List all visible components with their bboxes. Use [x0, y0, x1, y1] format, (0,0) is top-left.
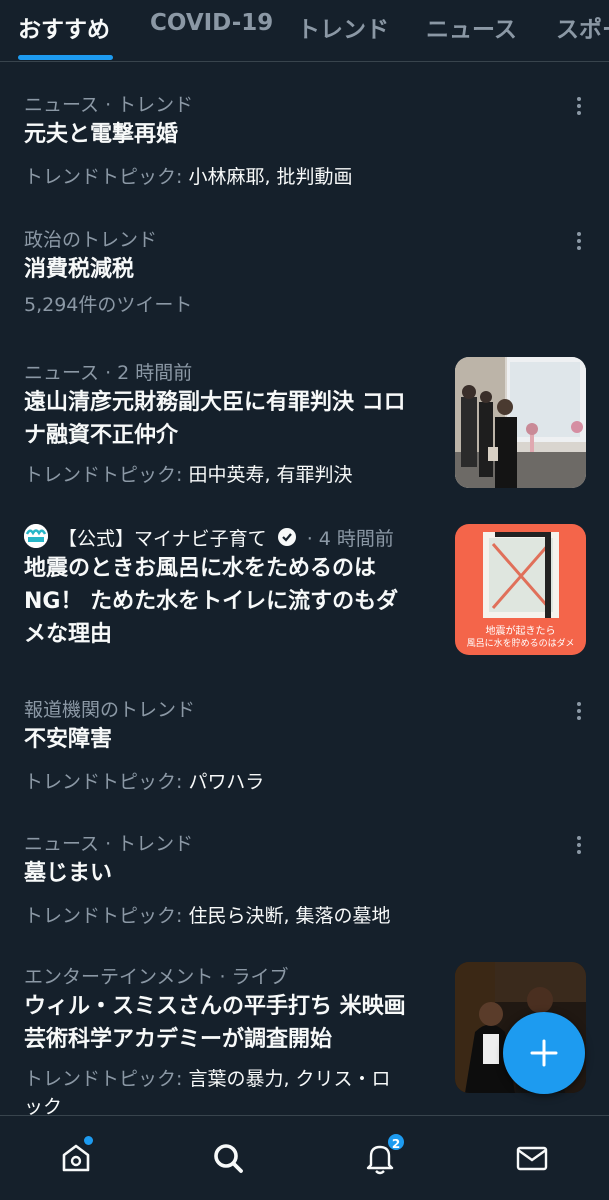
trend-context: 報道機関のトレンド	[24, 699, 196, 721]
verified-badge-icon	[277, 527, 297, 552]
trend-item[interactable]: ニュース · トレンド 元夫と電撃再婚 トレンドトピック: 小林麻耶, 批判動画	[0, 80, 609, 200]
more-options-icon[interactable]	[571, 229, 587, 253]
trend-item[interactable]: 報道機関のトレンド 不安障害 トレンドトピック: パワハラ	[0, 685, 609, 805]
search-icon	[214, 1144, 243, 1173]
trend-title: 不安障害	[24, 727, 113, 752]
article-title-line-3: メな理由	[24, 622, 113, 647]
news-thumbnail-image[interactable]	[455, 357, 586, 488]
mail-icon	[516, 1146, 548, 1171]
notifications-badge: 2	[386, 1132, 406, 1152]
trend-title: 消費税減税	[24, 257, 135, 282]
search-tab[interactable]	[208, 1138, 248, 1178]
new-content-dot	[84, 1136, 93, 1145]
more-options-icon[interactable]	[571, 833, 587, 857]
trend-topics: トレンドトピック: 住民ら決断, 集落の墓地	[24, 905, 391, 927]
thumbnail-caption-1: 地震が起きたら	[485, 626, 556, 637]
trend-context: ニュース · トレンド	[24, 94, 194, 116]
active-tab-indicator	[18, 55, 113, 60]
bottom-navigation: 2	[0, 1115, 609, 1200]
explore-tabs: おすすめ COVID-19 トレンド ニュース スポー	[0, 0, 609, 62]
news-item[interactable]: ニュース · 2 時間前 遠山清彦元財務副大臣に有罪判決 コロ ナ融資不正仲介 …	[0, 348, 609, 498]
home-tab[interactable]	[56, 1136, 96, 1178]
trend-topics: トレンドトピック: パワハラ	[24, 771, 265, 793]
notifications-tab[interactable]: 2	[360, 1132, 406, 1178]
article-title-line-2: NG！ ためた水をトイレに流すのもダ	[24, 589, 399, 614]
plus-icon	[530, 1039, 558, 1067]
tab-news[interactable]: ニュース	[426, 10, 517, 44]
news-context: エンターテインメント · ライブ	[24, 966, 289, 988]
news-title-line-2: ナ融資不正仲介	[24, 423, 179, 448]
trend-topics: トレンドトピック: 言葉の暴力, クリス・ロ	[24, 1068, 391, 1090]
tab-trends[interactable]: トレンド	[297, 10, 389, 44]
article-thumbnail-image[interactable]: 地震が起きたら 風呂に水を貯めるのはダメ	[455, 524, 586, 655]
news-context: ニュース · 2 時間前	[24, 362, 193, 384]
trend-item[interactable]: ニュース · トレンド 墓じまい トレンドトピック: 住民ら決断, 集落の墓地	[0, 819, 609, 939]
more-options-icon[interactable]	[571, 94, 587, 118]
trend-context: ニュース · トレンド	[24, 833, 194, 855]
messages-tab[interactable]	[512, 1138, 552, 1178]
trend-title: 元夫と電撃再婚	[24, 122, 179, 147]
tab-sports[interactable]: スポー	[556, 10, 609, 44]
trend-topics: トレンドトピック: 小林麻耶, 批判動画	[24, 166, 353, 188]
trend-topics-continued: ック	[24, 1096, 63, 1115]
news-title-line-2: 芸術科学アカデミーが調査開始	[24, 1027, 333, 1052]
trend-title: 墓じまい	[24, 861, 113, 886]
trend-context: 政治のトレンド	[24, 229, 158, 251]
news-title-line-1: ウィル・スミスさんの平手打ち 米映画	[24, 994, 406, 1019]
tab-recommended[interactable]: おすすめ	[18, 10, 110, 44]
article-title-line-1: 地震のときお風呂に水をためるのは	[24, 556, 377, 581]
article-item[interactable]: 【公式】マイナビ子育て · 4 時間前 地震のときお風呂に水をためるのは NG！…	[0, 512, 609, 662]
thumbnail-caption-2: 風呂に水を貯めるのはダメ	[466, 639, 575, 649]
news-title-line-1: 遠山清彦元財務副大臣に有罪判決 コロ	[24, 390, 406, 415]
trend-item[interactable]: 政治のトレンド 消費税減税 5,294件のツイート	[0, 215, 609, 325]
mynavi-logo	[24, 524, 48, 548]
article-source: 【公式】マイナビ子育て · 4 時間前	[58, 527, 394, 552]
tweet-count: 5,294件のツイート	[24, 294, 193, 316]
more-options-icon[interactable]	[571, 699, 587, 723]
tab-covid-19[interactable]: COVID-19	[150, 10, 273, 36]
trend-topics: トレンドトピック: 田中英寿, 有罪判決	[24, 464, 353, 486]
compose-tweet-button[interactable]	[503, 1012, 585, 1094]
